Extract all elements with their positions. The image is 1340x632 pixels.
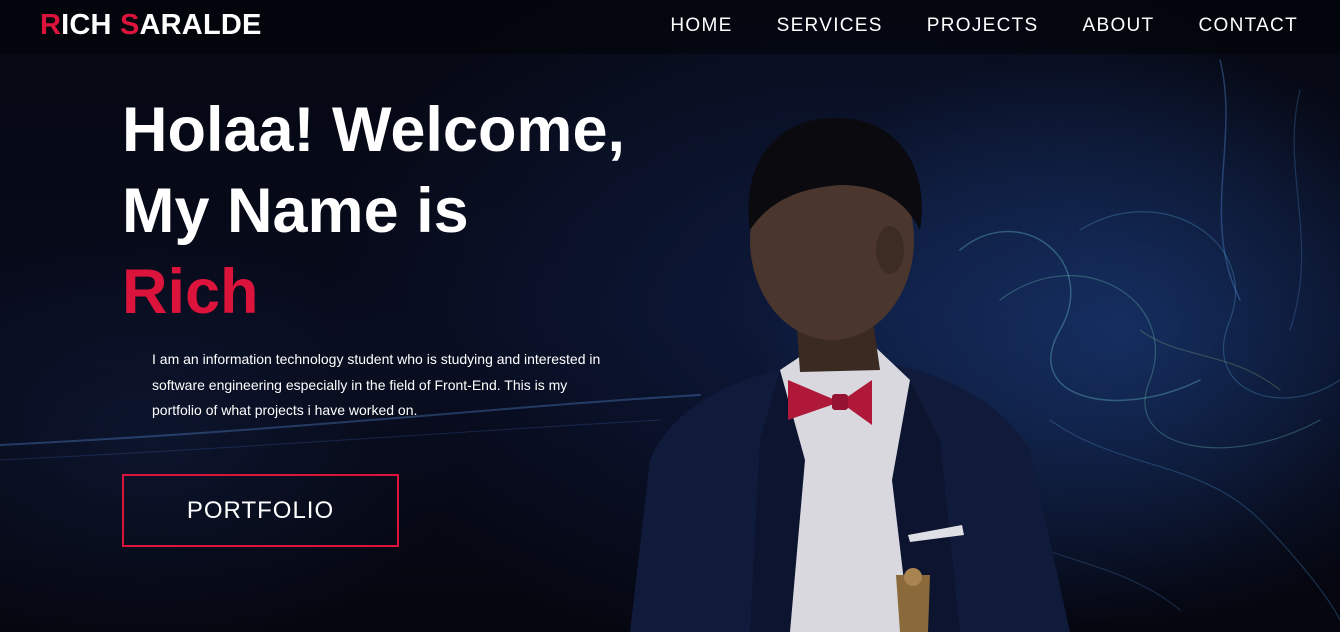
hero-heading-line2: My Name is [122, 176, 469, 246]
navbar: RICH SARALDE HOME SERVICES PROJECTS ABOU… [0, 0, 1340, 54]
logo-first-rest: ICH [61, 9, 120, 41]
logo-initial-first: R [40, 9, 62, 41]
nav-link-projects[interactable]: PROJECTS [927, 15, 1039, 37]
nav-link-contact[interactable]: CONTACT [1198, 15, 1298, 37]
portrait-image [630, 117, 1070, 632]
hero-page: RICH SARALDE HOME SERVICES PROJECTS ABOU… [0, 0, 1340, 632]
logo-last-rest: ARALDE [139, 9, 262, 41]
nav-link-home[interactable]: HOME [670, 15, 732, 37]
main-nav: HOME SERVICES PROJECTS ABOUT CONTACT [670, 15, 1298, 37]
nav-link-about[interactable]: ABOUT [1083, 15, 1155, 37]
site-logo[interactable]: RICH SARALDE [40, 9, 262, 42]
hero-heading: Holaa! Welcome, My Name is Rich [122, 90, 625, 333]
nav-link-services[interactable]: SERVICES [777, 15, 883, 37]
logo-initial-last: S [119, 9, 140, 41]
hero-heading-line1: Holaa! Welcome, [122, 95, 625, 165]
hero-bio: I am an information technology student w… [152, 351, 601, 418]
hero-name: Rich [122, 257, 259, 327]
portfolio-button[interactable]: PORTFOLIO [122, 474, 399, 547]
